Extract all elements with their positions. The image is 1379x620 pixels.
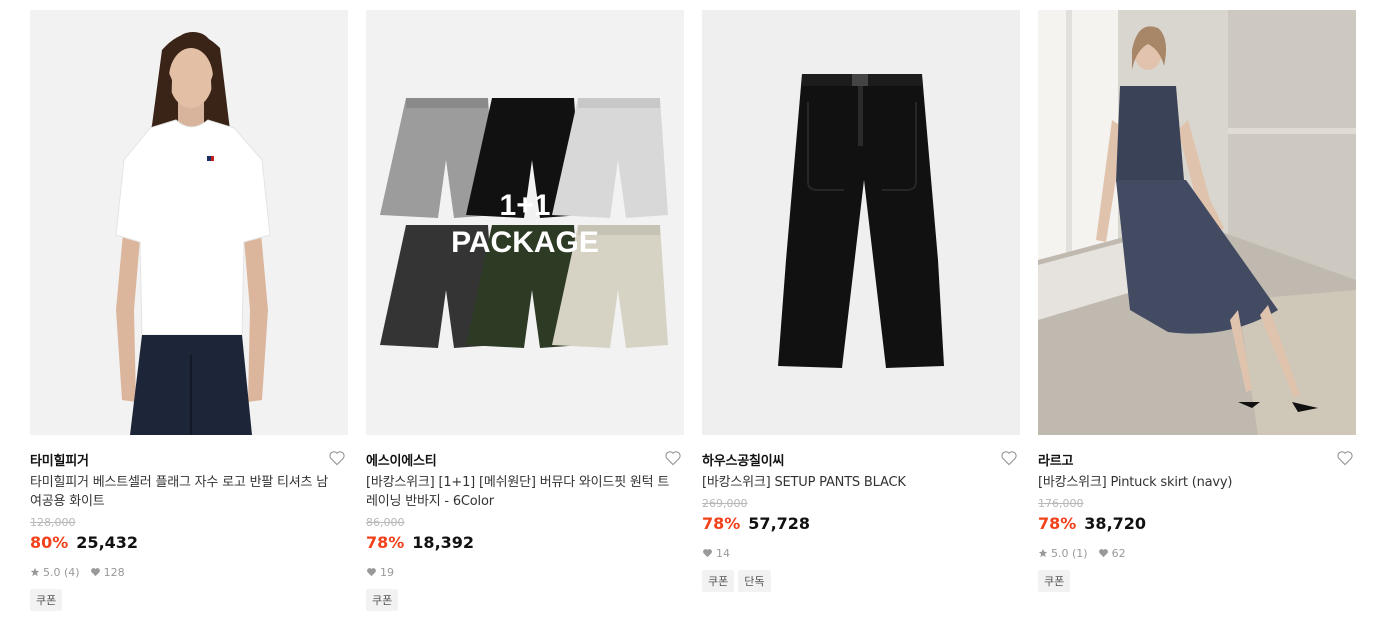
heart-icon	[1098, 549, 1108, 558]
brand-name[interactable]: 라르고	[1038, 450, 1073, 469]
product-card[interactable]: 타미힐피거 타미힐피거 베스트셀러 플래그 자수 로고 반팔 티셔츠 남여공용 …	[30, 10, 348, 611]
product-name[interactable]: [바캉스위크] Pintuck skirt (navy)	[1038, 473, 1356, 492]
like-count: 128	[90, 566, 125, 579]
product-meta: 5.0 (4) 128	[30, 564, 348, 580]
discount-rate: 80%	[30, 533, 69, 552]
discount-rate: 78%	[702, 514, 741, 533]
rating: 5.0 (1)	[1038, 547, 1088, 560]
product-card[interactable]: 라르고 [바캉스위크] Pintuck skirt (navy) 176,000…	[1038, 10, 1356, 592]
rating: 5.0 (4)	[30, 566, 80, 579]
tag-list: 쿠폰	[1038, 570, 1356, 592]
price-row: 78% 38,720	[1038, 514, 1356, 536]
discount-rate: 78%	[366, 533, 405, 552]
product-meta: 19	[366, 564, 684, 580]
heart-outline-icon[interactable]	[328, 450, 346, 468]
tag-list: 쿠폰	[366, 589, 684, 611]
image-text-1plus1: 1+1	[500, 189, 551, 222]
product-name[interactable]: 타미힐피거 베스트셀러 플래그 자수 로고 반팔 티셔츠 남여공용 화이트	[30, 473, 348, 511]
product-meta: 14	[702, 545, 1020, 561]
original-price: 269,000	[702, 497, 748, 510]
original-price: 128,000	[30, 516, 76, 529]
product-meta: 5.0 (1) 62	[1038, 545, 1356, 561]
tag-badge: 단독	[738, 570, 771, 592]
product-image[interactable]: 1+1 PACKAGE	[366, 10, 684, 435]
sale-price: 18,392	[412, 533, 475, 552]
shorts-package-photo: 1+1 PACKAGE	[366, 10, 684, 435]
like-count: 62	[1098, 547, 1126, 560]
product-grid: 타미힐피거 타미힐피거 베스트셀러 플래그 자수 로고 반팔 티셔츠 남여공용 …	[0, 0, 1379, 620]
product-card[interactable]: 하우스공칠이씨 [바캉스위크] SETUP PANTS BLACK 269,00…	[702, 10, 1020, 592]
navy-skirt-model-photo	[1038, 10, 1356, 435]
product-card[interactable]: 1+1 PACKAGE 에스이에스티 [바캉스위크] [1+1] [메쉬원단] …	[366, 10, 684, 611]
heart-outline-icon[interactable]	[664, 450, 682, 468]
price-row: 80% 25,432	[30, 533, 348, 555]
tag-list: 쿠폰 단독	[702, 570, 1020, 592]
product-name[interactable]: [바캉스위크] SETUP PANTS BLACK	[702, 473, 1020, 492]
original-price: 86,000	[366, 516, 405, 529]
original-price: 176,000	[1038, 497, 1084, 510]
price-row: 78% 57,728	[702, 514, 1020, 536]
sale-price: 25,432	[76, 533, 139, 552]
like-count: 19	[366, 566, 394, 579]
heart-icon	[90, 568, 100, 577]
black-pants-photo	[702, 10, 1020, 435]
like-count-value: 14	[716, 546, 730, 560]
product-image[interactable]	[1038, 10, 1356, 435]
tag-list: 쿠폰	[30, 589, 348, 611]
sale-price: 57,728	[748, 514, 811, 533]
product-image[interactable]	[702, 10, 1020, 435]
heart-icon	[367, 568, 376, 577]
rating-value: 5.0 (4)	[43, 565, 80, 579]
image-text-package: PACKAGE	[451, 226, 599, 259]
tag-badge: 쿠폰	[30, 589, 63, 611]
tag-badge: 쿠폰	[702, 570, 735, 592]
brand-name[interactable]: 에스이에스티	[366, 450, 437, 469]
product-name[interactable]: [바캉스위크] [1+1] [메쉬원단] 버뮤다 와이드핏 원턱 트레이닝 반바…	[366, 473, 684, 511]
like-count-value: 62	[1111, 546, 1126, 560]
tag-badge: 쿠폰	[366, 589, 399, 611]
heart-outline-icon[interactable]	[1000, 450, 1018, 468]
brand-name[interactable]: 타미힐피거	[30, 450, 89, 469]
discount-rate: 78%	[1038, 514, 1077, 533]
heart-outline-icon[interactable]	[1336, 450, 1354, 468]
like-count-value: 128	[103, 565, 125, 579]
product-image[interactable]	[30, 10, 348, 435]
like-count: 14	[702, 547, 730, 560]
heart-icon	[703, 549, 712, 558]
star-icon	[1038, 548, 1048, 558]
price-row: 78% 18,392	[366, 533, 684, 555]
star-icon	[30, 567, 40, 577]
brand-name[interactable]: 하우스공칠이씨	[702, 450, 785, 469]
tag-badge: 쿠폰	[1038, 570, 1071, 592]
white-tshirt-model-photo	[30, 10, 348, 435]
rating-value: 5.0 (1)	[1051, 546, 1088, 560]
sale-price: 38,720	[1084, 514, 1147, 533]
like-count-value: 19	[380, 565, 394, 579]
